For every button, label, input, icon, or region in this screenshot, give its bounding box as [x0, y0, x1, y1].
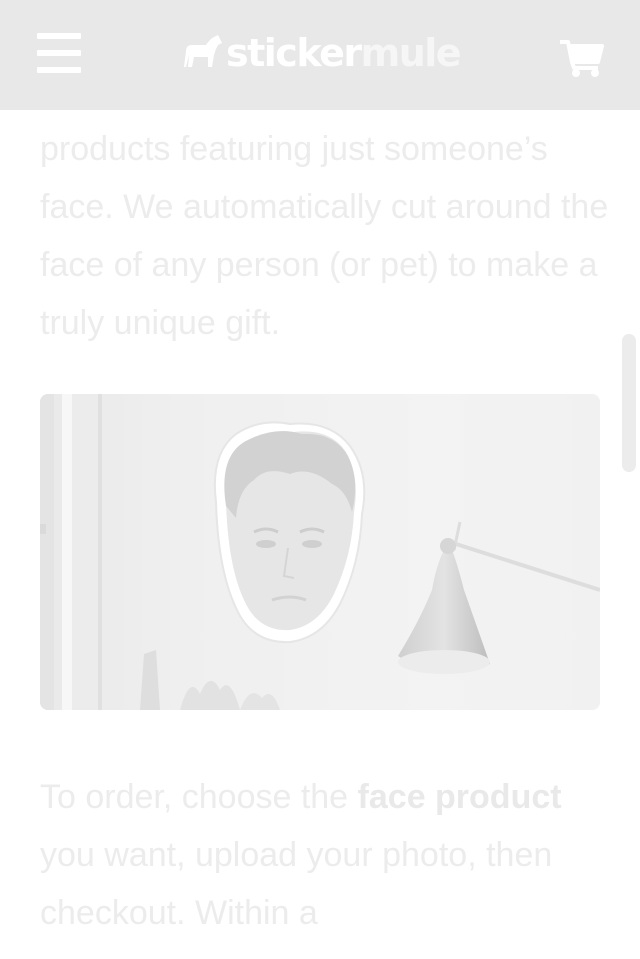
- face-sticker-photo: [40, 394, 600, 710]
- page: sticker mule products featuring just some…: [0, 0, 640, 959]
- face-product-link[interactable]: face product: [358, 778, 562, 816]
- site-header: sticker mule: [0, 0, 640, 110]
- paragraph-text-start: To order, choose the: [40, 778, 358, 816]
- sticker-mule-logo[interactable]: sticker mule: [180, 30, 462, 76]
- photo-illustration: [40, 394, 600, 710]
- article-paragraph: products featuring just someone’s face. …: [40, 130, 609, 342]
- mule-logo-icon: [184, 35, 222, 67]
- paragraph-text-end: you want, upload your photo, then checko…: [40, 836, 553, 932]
- hamburger-menu-icon[interactable]: [37, 33, 81, 73]
- logo-word-sticker: sticker: [226, 31, 362, 75]
- logo-word-mule: mule: [360, 31, 462, 75]
- article-paragraph-ordering: To order, choose the face product you wa…: [40, 768, 610, 942]
- scrollbar-thumb[interactable]: [622, 334, 636, 472]
- shopping-cart-icon[interactable]: [558, 38, 604, 78]
